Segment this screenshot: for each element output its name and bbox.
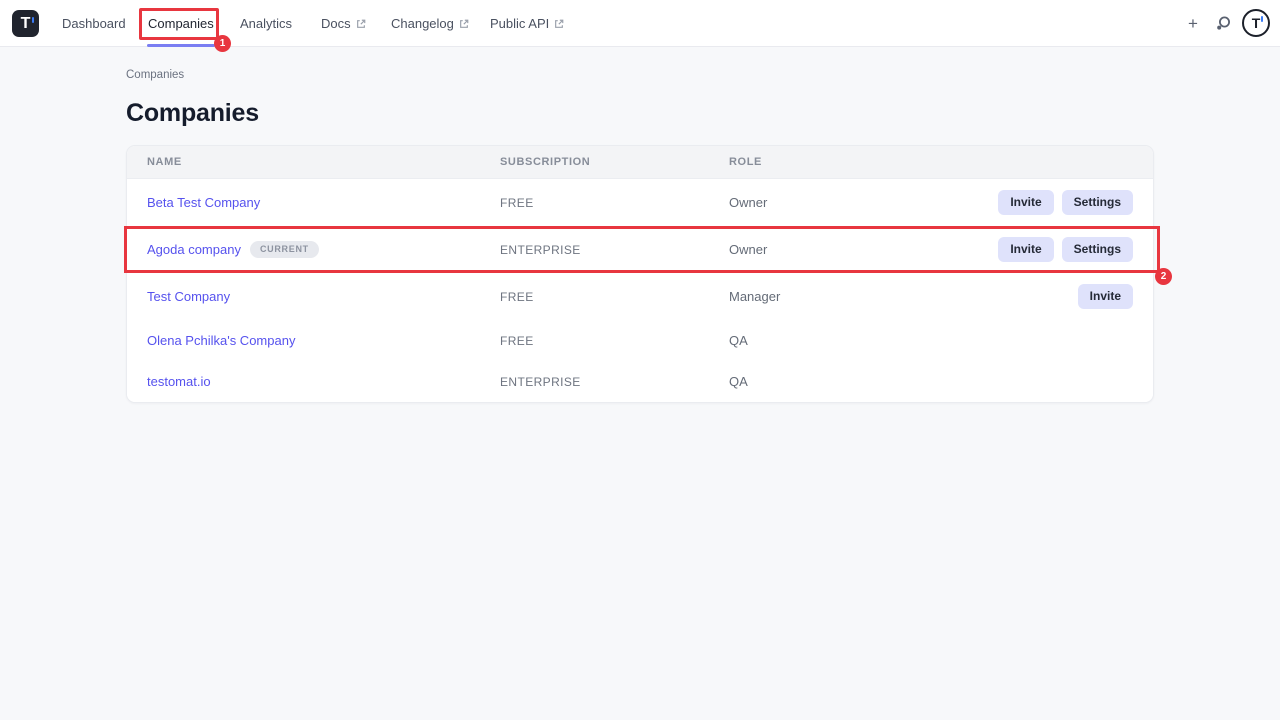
settings-button[interactable]: Settings [1062,190,1133,215]
table-row: Beta Test Company FREE Owner Invite Sett… [127,179,1153,226]
external-link-icon [554,19,564,29]
nav-item-changelog[interactable]: Changelog [391,0,469,47]
nav-item-analytics[interactable]: Analytics [240,0,292,47]
search-icon[interactable] [1213,0,1233,47]
breadcrumb[interactable]: Companies [126,69,184,81]
column-header-subscription: SUBSCRIPTION [500,156,729,168]
column-header-name: NAME [127,156,500,168]
companies-table: NAME SUBSCRIPTION ROLE Beta Test Company… [126,145,1154,403]
table-row: testomat.io ENTERPRISE QA [127,361,1153,402]
company-link[interactable]: Agoda company [147,242,241,257]
invite-button[interactable]: Invite [998,190,1053,215]
role-value: Owner [729,242,767,257]
external-link-icon [356,19,366,29]
user-avatar[interactable]: T [1242,9,1270,37]
role-value: QA [729,374,748,389]
annotation-number-badge: 2 [1155,268,1172,285]
nav-item-label: Public API [490,16,549,31]
add-button[interactable]: + [1184,0,1202,47]
subscription-value: FREE [500,196,534,210]
avatar-logo-letter: T [1252,16,1261,30]
invite-button[interactable]: Invite [1078,284,1133,309]
invite-button[interactable]: Invite [998,237,1053,262]
nav-item-companies[interactable]: Companies [148,0,214,47]
subscription-value: ENTERPRISE [500,375,581,389]
page-title: Companies [126,99,259,128]
nav-item-label: Analytics [240,16,292,31]
nav-item-label: Companies [148,16,214,31]
role-value: Manager [729,289,780,304]
nav-item-dashboard[interactable]: Dashboard [62,0,126,47]
plus-icon: + [1188,14,1198,34]
nav-item-label: Dashboard [62,16,126,31]
settings-button[interactable]: Settings [1062,237,1133,262]
table-row: Test Company FREE Manager Invite [127,273,1153,320]
table-row: Olena Pchilka's Company FREE QA [127,320,1153,361]
nav-item-docs[interactable]: Docs [321,0,366,47]
company-link[interactable]: Beta Test Company [147,195,260,210]
top-navigation-bar: T Dashboard Companies Analytics Docs Cha… [0,0,1280,47]
subscription-value: FREE [500,334,534,348]
nav-item-label: Docs [321,16,351,31]
role-value: QA [729,333,748,348]
company-link[interactable]: Olena Pchilka's Company [147,333,295,348]
nav-item-label: Changelog [391,16,454,31]
app-logo-letter: T [21,16,31,32]
subscription-value: ENTERPRISE [500,243,581,257]
current-company-badge: CURRENT [250,241,319,258]
company-link[interactable]: testomat.io [147,374,211,389]
external-link-icon [459,19,469,29]
table-header-row: NAME SUBSCRIPTION ROLE [127,146,1153,179]
company-link[interactable]: Test Company [147,289,230,304]
subscription-value: FREE [500,290,534,304]
app-logo[interactable]: T [12,10,39,37]
active-tab-underline [147,44,215,47]
table-row-agoda-company: Agoda company CURRENT ENTERPRISE Owner I… [127,226,1153,273]
nav-item-public-api[interactable]: Public API [490,0,564,47]
role-value: Owner [729,195,767,210]
column-header-role: ROLE [729,156,863,168]
